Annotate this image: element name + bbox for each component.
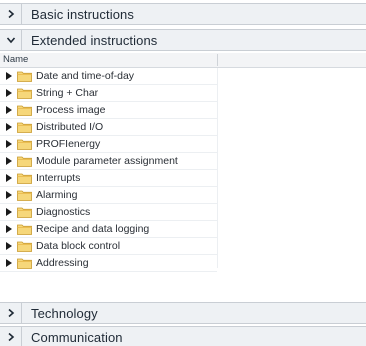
column-name-header[interactable]: Name bbox=[3, 53, 28, 67]
tree-item[interactable]: PROFIenergy bbox=[0, 136, 217, 153]
tree-item[interactable]: String + Char bbox=[0, 85, 217, 102]
tree-item-label: Interrupts bbox=[36, 172, 81, 184]
triangle-right-icon[interactable] bbox=[5, 255, 13, 272]
triangle-right-icon[interactable] bbox=[5, 85, 13, 102]
tree-item[interactable]: Diagnostics bbox=[0, 204, 217, 221]
folder-icon bbox=[17, 71, 32, 82]
instruction-tree: Date and time-of-day String + Char Proce… bbox=[0, 68, 366, 272]
tree-item[interactable]: Data block control bbox=[0, 238, 217, 255]
folder-icon bbox=[17, 173, 32, 184]
triangle-right-icon[interactable] bbox=[5, 102, 13, 119]
chevron-right-icon[interactable] bbox=[0, 303, 22, 323]
tree-item[interactable]: Distributed I/O bbox=[0, 119, 217, 136]
section-title-basic: Basic instructions bbox=[31, 6, 134, 22]
tree-item[interactable]: Module parameter assignment bbox=[0, 153, 217, 170]
column-divider-line bbox=[217, 68, 218, 268]
section-title-extended: Extended instructions bbox=[31, 32, 158, 48]
folder-icon bbox=[17, 258, 32, 269]
tree-item-label: Addressing bbox=[36, 257, 89, 269]
tree-item[interactable]: Date and time-of-day bbox=[0, 68, 217, 85]
triangle-right-icon[interactable] bbox=[5, 204, 13, 221]
section-technology[interactable]: Technology bbox=[0, 302, 366, 324]
folder-icon bbox=[17, 190, 32, 201]
folder-icon bbox=[17, 156, 32, 167]
tree-item-label: PROFIenergy bbox=[36, 138, 101, 150]
tree-item-label: Process image bbox=[36, 104, 106, 116]
folder-icon bbox=[17, 241, 32, 252]
section-extended-instructions[interactable]: Extended instructions bbox=[0, 29, 366, 51]
tree-item-label: Recipe and data logging bbox=[36, 223, 150, 235]
section-title-communication: Communication bbox=[31, 329, 123, 345]
chevron-down-icon[interactable] bbox=[0, 30, 22, 50]
tree-item-label: String + Char bbox=[36, 87, 99, 99]
tree-item-label: Module parameter assignment bbox=[36, 155, 178, 167]
folder-icon bbox=[17, 105, 32, 116]
folder-icon bbox=[17, 207, 32, 218]
folder-icon bbox=[17, 139, 32, 150]
tree-item[interactable]: Interrupts bbox=[0, 170, 217, 187]
triangle-right-icon[interactable] bbox=[5, 136, 13, 153]
triangle-right-icon[interactable] bbox=[5, 221, 13, 238]
column-divider[interactable] bbox=[217, 54, 218, 66]
tree-item-label: Distributed I/O bbox=[36, 121, 104, 133]
tree-item-label: Alarming bbox=[36, 189, 78, 201]
instructions-panel: Basic instructions Extended instructions… bbox=[0, 0, 366, 346]
tree-item[interactable]: Addressing bbox=[0, 255, 217, 272]
tree-item[interactable]: Process image bbox=[0, 102, 217, 119]
tree-item-label: Data block control bbox=[36, 240, 121, 252]
triangle-right-icon[interactable] bbox=[5, 238, 13, 255]
chevron-right-icon[interactable] bbox=[0, 327, 22, 346]
column-header: Name bbox=[0, 53, 366, 68]
chevron-right-icon[interactable] bbox=[0, 4, 22, 24]
tree-item-label: Diagnostics bbox=[36, 206, 91, 218]
section-communication[interactable]: Communication bbox=[0, 326, 366, 346]
triangle-right-icon[interactable] bbox=[5, 153, 13, 170]
triangle-right-icon[interactable] bbox=[5, 68, 13, 85]
triangle-right-icon[interactable] bbox=[5, 187, 13, 204]
tree-item[interactable]: Recipe and data logging bbox=[0, 221, 217, 238]
triangle-right-icon[interactable] bbox=[5, 170, 13, 187]
section-title-technology: Technology bbox=[31, 305, 98, 321]
section-basic-instructions[interactable]: Basic instructions bbox=[0, 3, 366, 25]
folder-icon bbox=[17, 88, 32, 99]
folder-icon bbox=[17, 224, 32, 235]
folder-icon bbox=[17, 122, 32, 133]
tree-item-label: Date and time-of-day bbox=[36, 70, 135, 82]
tree-item[interactable]: Alarming bbox=[0, 187, 217, 204]
triangle-right-icon[interactable] bbox=[5, 119, 13, 136]
